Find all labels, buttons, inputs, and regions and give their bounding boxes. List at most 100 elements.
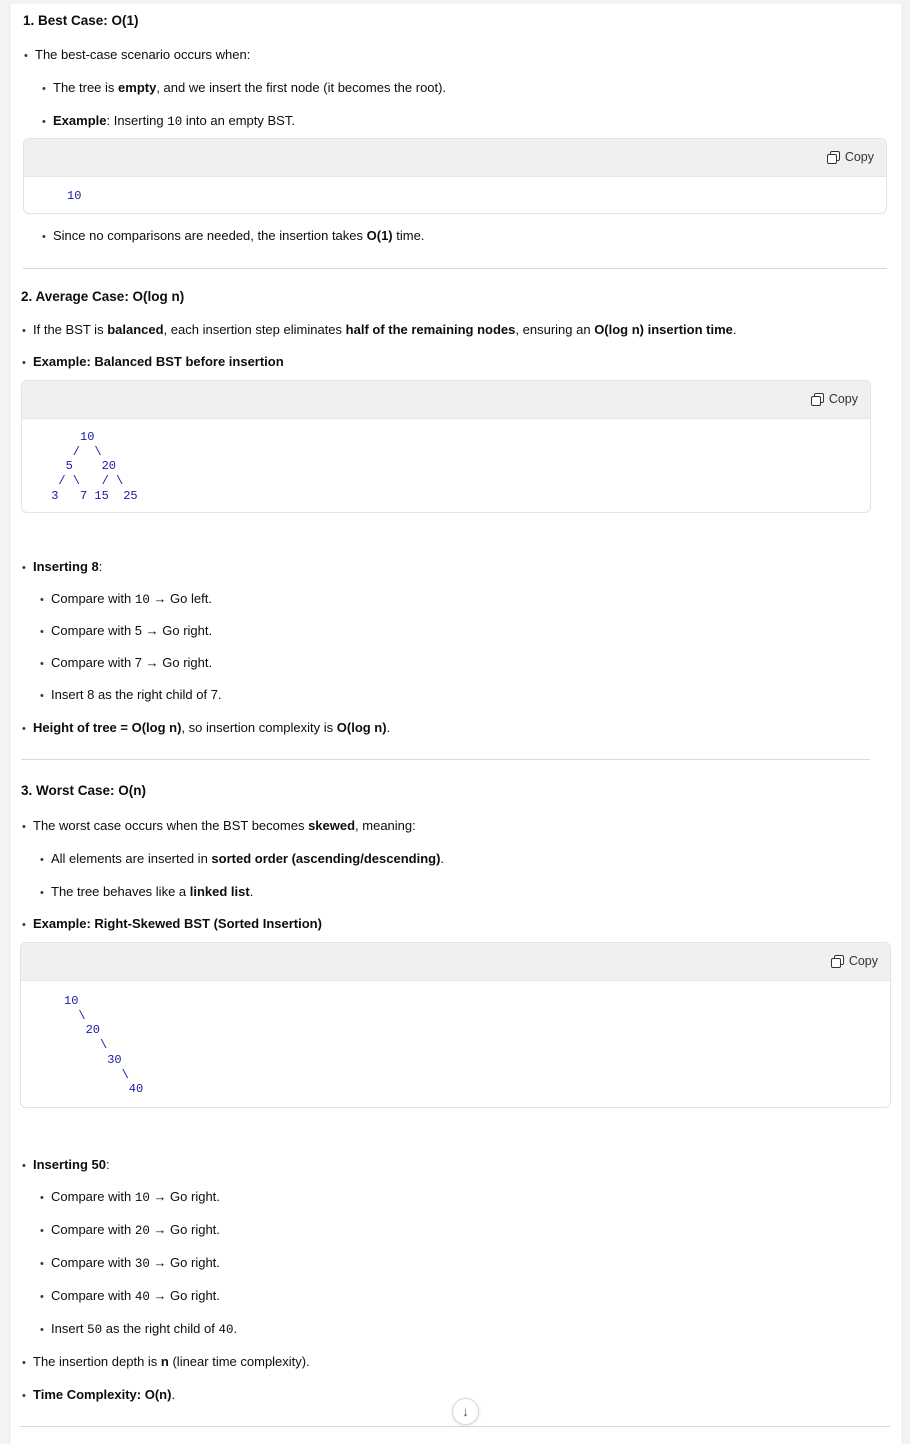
list-item: Compare with 20 → Go right. (40, 1222, 220, 1239)
text: . (386, 720, 391, 735)
text-bold: sorted order (ascending/descending) (211, 851, 441, 866)
text: . (440, 851, 445, 866)
text-bold: Example: Right-Skewed BST (Sorted Insert… (33, 916, 322, 931)
section-title: 2. Average Case: O(log n) (21, 289, 185, 304)
inline-code: 30 (134, 1257, 150, 1271)
inline-code: 10 (134, 1191, 150, 1205)
inline-code: 20 (134, 1224, 150, 1238)
list-item: The worst case occurs when the BST becom… (22, 818, 416, 835)
list-item: Compare with 10 → Go left. (40, 591, 212, 608)
text: Compare with (51, 1222, 135, 1237)
divider (23, 268, 887, 269)
list-item: The tree behaves like a linked list. (40, 884, 254, 901)
copy-button[interactable]: Copy (830, 954, 878, 968)
text-bold: Height of tree = O(log n) (33, 720, 182, 735)
section-title: 1. Best Case: O(1) (23, 13, 139, 28)
list-item: The tree is empty, and we insert the fir… (42, 80, 447, 97)
list-item: The best-case scenario occurs when: (24, 47, 250, 64)
list-item: Example: Inserting 10 into an empty BST. (42, 113, 295, 130)
list-item: Compare with 5 → Go right. (40, 623, 212, 640)
copy-button[interactable]: Copy (826, 150, 874, 164)
text: → Go right. (149, 1288, 220, 1303)
inline-code: 40 (134, 1290, 150, 1304)
code-content: 10 / \ 5 20 / \ / \ 3 7 15 25 (51, 430, 138, 503)
code-block-header: Copy (22, 381, 870, 419)
code-block-header: Copy (24, 139, 886, 177)
copy-icon (810, 392, 824, 406)
text-bold: Example (53, 113, 107, 128)
list-item: All elements are inserted in sorted orde… (40, 851, 445, 868)
list-item: Inserting 50: (22, 1157, 110, 1174)
copy-label: Copy (828, 392, 858, 406)
text: Since no comparisons are needed, the ins… (53, 228, 367, 243)
text: Compare with (51, 1189, 135, 1204)
text: : (105, 1157, 110, 1172)
inline-code: 10 (134, 593, 150, 607)
text: , and we insert the first node (it becom… (156, 80, 447, 95)
text: , each insertion step eliminates (163, 322, 346, 337)
list-item: If the BST is balanced, each insertion s… (22, 322, 736, 339)
text-bold: half of the remaining nodes (345, 322, 516, 337)
text-bold: linked list (189, 884, 250, 899)
text-bold: Example: Balanced BST before insertion (33, 354, 284, 369)
text: The worst case occurs when the BST becom… (33, 818, 309, 833)
text: , meaning: (355, 818, 416, 833)
text: The tree is (53, 80, 119, 95)
text: If the BST is (33, 322, 108, 337)
text: Compare with (51, 1255, 135, 1270)
text: . (171, 1387, 176, 1402)
list-item: Time Complexity: O(n). (22, 1387, 176, 1404)
list-item: Inserting 8: (22, 559, 103, 576)
list-item: Insert 8 as the right child of 7. (40, 687, 222, 704)
list-item: Compare with 7 → Go right. (40, 655, 212, 672)
list-item: Height of tree = O(log n), so insertion … (22, 720, 391, 737)
text: into an empty BST. (182, 113, 295, 128)
inline-code: 10 (167, 115, 183, 129)
text: : Inserting (106, 113, 168, 128)
code-content: 10 (67, 189, 82, 203)
arrow-down-icon: ↓ (462, 1404, 469, 1419)
code-block-header: Copy (21, 943, 890, 981)
divider (21, 759, 870, 760)
text-bold: Inserting 50 (33, 1157, 106, 1172)
list-item: Compare with 30 → Go right. (40, 1255, 220, 1272)
text-bold: O(log n) insertion time (594, 322, 733, 337)
text: . (233, 1321, 238, 1336)
list-item: Example: Balanced BST before insertion (22, 354, 284, 371)
scroll-to-bottom-button[interactable]: ↓ (452, 1398, 479, 1425)
divider (20, 1426, 890, 1427)
text: : (98, 559, 103, 574)
text: . (249, 884, 254, 899)
inline-code: 40 (218, 1323, 234, 1337)
code-content: 10 \ 20 \ 30 \ 40 (64, 994, 144, 1097)
copy-icon (826, 150, 840, 164)
text-bold: O(log n) (336, 720, 387, 735)
code-block: Copy 10 / \ 5 20 / \ / \ 3 7 15 25 (21, 380, 871, 513)
text: Compare with (51, 1288, 135, 1303)
text: Insert (51, 1321, 88, 1336)
text-bold: Time Complexity: O(n) (33, 1387, 172, 1402)
list-item: Insert 50 as the right child of 40. (40, 1321, 238, 1338)
code-block: Copy 10 (23, 138, 887, 214)
copy-label: Copy (848, 954, 878, 968)
text-bold: balanced (107, 322, 164, 337)
text: Compare with (51, 591, 135, 606)
copy-button[interactable]: Copy (810, 392, 858, 406)
text: → Go left. (149, 591, 212, 606)
text: (linear time complexity). (168, 1354, 310, 1369)
code-block: Copy 10 \ 20 \ 30 \ 40 (20, 942, 891, 1108)
text-bold: O(1) (366, 228, 393, 243)
copy-label: Copy (844, 150, 874, 164)
text: All elements are inserted in (51, 851, 212, 866)
text: → Go right. (149, 1222, 220, 1237)
list-item: Since no comparisons are needed, the ins… (42, 228, 425, 245)
list-item: Compare with 10 → Go right. (40, 1189, 220, 1206)
inline-code: 50 (87, 1323, 103, 1337)
section-worst-case (11, 772, 901, 1444)
text-bold: empty (118, 80, 157, 95)
text: as the right child of (102, 1321, 219, 1336)
text-bold: Inserting 8 (33, 559, 99, 574)
copy-icon (830, 954, 844, 968)
text: , ensuring an (515, 322, 595, 337)
text: time. (392, 228, 425, 243)
